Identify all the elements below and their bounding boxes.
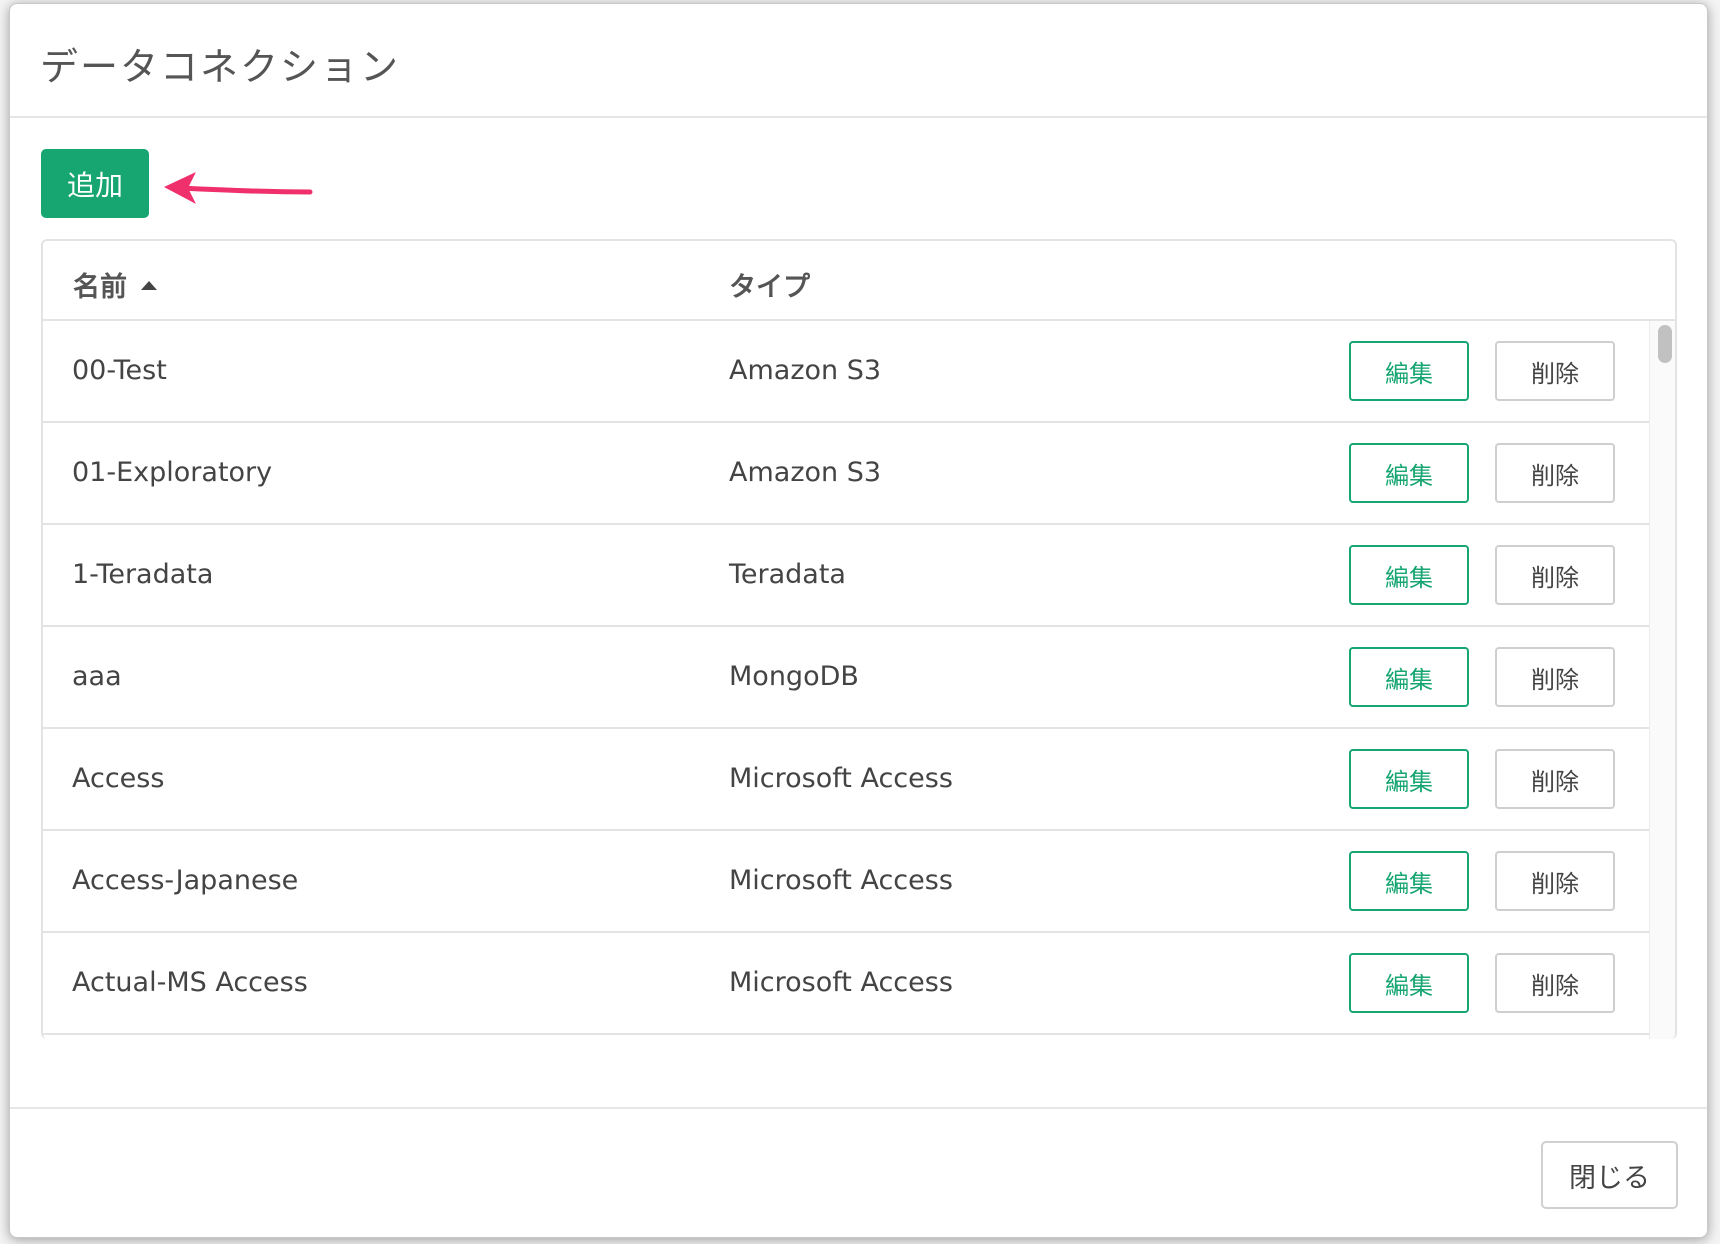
column-header-type[interactable]: タイプ (729, 265, 810, 304)
connections-table: 名前 タイプ 00-Test Amazon S3 編集 削除 01-Explor… (41, 239, 1677, 1039)
connection-name: 01-Exploratory (72, 457, 273, 488)
edit-button[interactable]: 編集 (1349, 341, 1469, 401)
connection-type: Amazon S3 (729, 457, 882, 488)
delete-button[interactable]: 削除 (1495, 851, 1615, 911)
column-header-name[interactable]: 名前 (73, 265, 157, 304)
arrow-left-annotation-icon (164, 172, 313, 204)
delete-button[interactable]: 削除 (1495, 749, 1615, 809)
dialog-header: データコネクション (10, 4, 1707, 118)
delete-button[interactable]: 削除 (1495, 545, 1615, 605)
table-row: Access-Japanese Microsoft Access 編集 削除 (43, 831, 1649, 933)
connection-type: Amazon S3 (729, 355, 882, 386)
dialog-title: データコネクション (40, 45, 401, 89)
scrollbar-thumb[interactable] (1658, 325, 1672, 363)
connection-type: Microsoft Access (729, 865, 953, 896)
delete-button[interactable]: 削除 (1495, 953, 1615, 1013)
delete-button[interactable]: 削除 (1495, 341, 1615, 401)
column-header-name-label: 名前 (73, 272, 127, 303)
close-button[interactable]: 閉じる (1541, 1141, 1678, 1209)
connection-name: Actual-MS Access (72, 967, 308, 998)
delete-button[interactable]: 削除 (1495, 647, 1615, 707)
connection-name: Access (72, 763, 165, 794)
connection-type: Microsoft Access (729, 763, 953, 794)
delete-button[interactable]: 削除 (1495, 443, 1615, 503)
table-row: Actual-MS Access Microsoft Access 編集 削除 (43, 933, 1649, 1035)
edit-button[interactable]: 編集 (1349, 953, 1469, 1013)
edit-button[interactable]: 編集 (1349, 647, 1469, 707)
connection-name: 1-Teradata (72, 559, 214, 590)
table-scrollbar[interactable] (1649, 321, 1675, 1039)
table-row: aaa MongoDB 編集 削除 (43, 627, 1649, 729)
connection-name: aaa (72, 661, 122, 692)
connection-type: MongoDB (729, 661, 859, 692)
dialog-footer: 閉じる (10, 1107, 1707, 1237)
connection-type: Microsoft Access (729, 967, 953, 998)
edit-button[interactable]: 編集 (1349, 851, 1469, 911)
sort-ascending-icon (141, 281, 157, 290)
table-row: 00-Test Amazon S3 編集 削除 (43, 321, 1649, 423)
connection-name: 00-Test (72, 355, 167, 386)
table-row: 1-Teradata Teradata 編集 削除 (43, 525, 1649, 627)
data-connection-dialog: データコネクション 追加 名前 タイプ 00-Test Amazon S3 編集… (9, 3, 1708, 1238)
table-body: 00-Test Amazon S3 編集 削除 01-Exploratory A… (43, 321, 1649, 1039)
table-header: 名前 タイプ (43, 241, 1675, 321)
connection-name: Access-Japanese (72, 865, 299, 896)
connection-type: Teradata (729, 559, 846, 590)
edit-button[interactable]: 編集 (1349, 545, 1469, 605)
table-row: 01-Exploratory Amazon S3 編集 削除 (43, 423, 1649, 525)
add-connection-button[interactable]: 追加 (41, 149, 149, 218)
table-row: Access Microsoft Access 編集 削除 (43, 729, 1649, 831)
edit-button[interactable]: 編集 (1349, 749, 1469, 809)
edit-button[interactable]: 編集 (1349, 443, 1469, 503)
